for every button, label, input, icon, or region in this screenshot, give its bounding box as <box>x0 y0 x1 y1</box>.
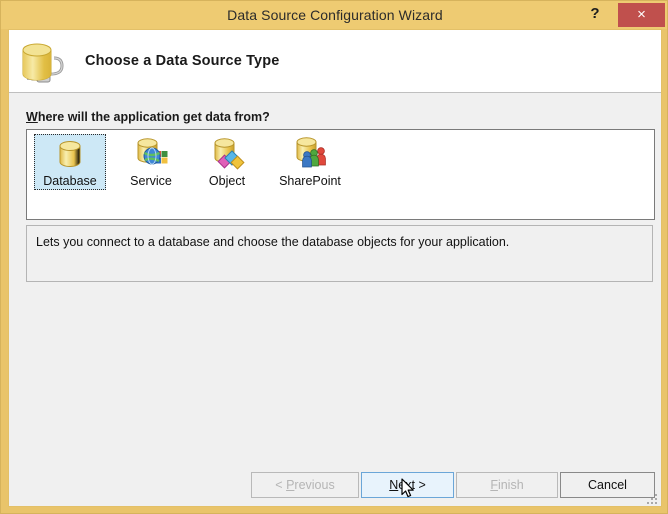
type-label: Object <box>208 174 246 188</box>
previous-prefix: < <box>275 478 287 492</box>
prompt-label: Where will the application get data from… <box>26 110 270 124</box>
type-item-database[interactable]: Database <box>34 134 106 190</box>
next-button[interactable]: Next > <box>361 472 454 498</box>
close-button[interactable]: × <box>618 3 665 27</box>
description-pane: Lets you connect to a database and choos… <box>26 225 653 282</box>
type-label: Service <box>130 174 172 188</box>
type-item-sharepoint[interactable]: SharePoint <box>267 134 353 190</box>
database-plug-icon <box>15 34 71 90</box>
service-globe-icon <box>131 136 171 172</box>
help-button[interactable]: ? <box>582 2 608 26</box>
cancel-label: Cancel <box>588 478 627 492</box>
title-bar[interactable]: Data Source Configuration Wizard ? × <box>1 1 667 29</box>
previous-button[interactable]: < Previous <box>251 472 359 498</box>
wizard-header: Choose a Data Source Type <box>9 30 661 93</box>
button-row: < Previous Next > Finish Cancel <box>9 470 661 506</box>
type-label: Database <box>43 174 97 188</box>
wizard-window: Data Source Configuration Wizard ? × Cho… <box>0 0 668 514</box>
data-source-type-list[interactable]: Database Service Object SharePoint <box>26 129 655 220</box>
next-accesskey: N <box>389 478 399 492</box>
finish-button[interactable]: Finish <box>456 472 558 498</box>
database-icon <box>50 136 90 172</box>
cancel-button[interactable]: Cancel <box>560 472 655 498</box>
next-suffix: > <box>414 478 426 492</box>
prompt-text: here will the application get data from? <box>37 110 270 124</box>
previous-label: revious <box>294 478 335 492</box>
description-text: Lets you connect to a database and choos… <box>36 235 510 249</box>
window-title: Data Source Configuration Wizard <box>227 7 443 23</box>
client-area: Choose a Data Source Type Where will the… <box>8 29 662 507</box>
next-label: ext <box>398 478 415 492</box>
type-item-service[interactable]: Service <box>115 134 187 190</box>
sharepoint-people-icon <box>290 136 330 172</box>
resize-grip[interactable] <box>646 494 658 506</box>
finish-accesskey: F <box>490 478 498 492</box>
prompt-accesskey: W <box>26 110 38 124</box>
object-shapes-icon <box>207 136 247 172</box>
finish-label: inish <box>497 478 524 492</box>
page-title: Choose a Data Source Type <box>85 53 280 69</box>
type-label: SharePoint <box>279 174 341 188</box>
type-item-object[interactable]: Object <box>191 134 263 190</box>
